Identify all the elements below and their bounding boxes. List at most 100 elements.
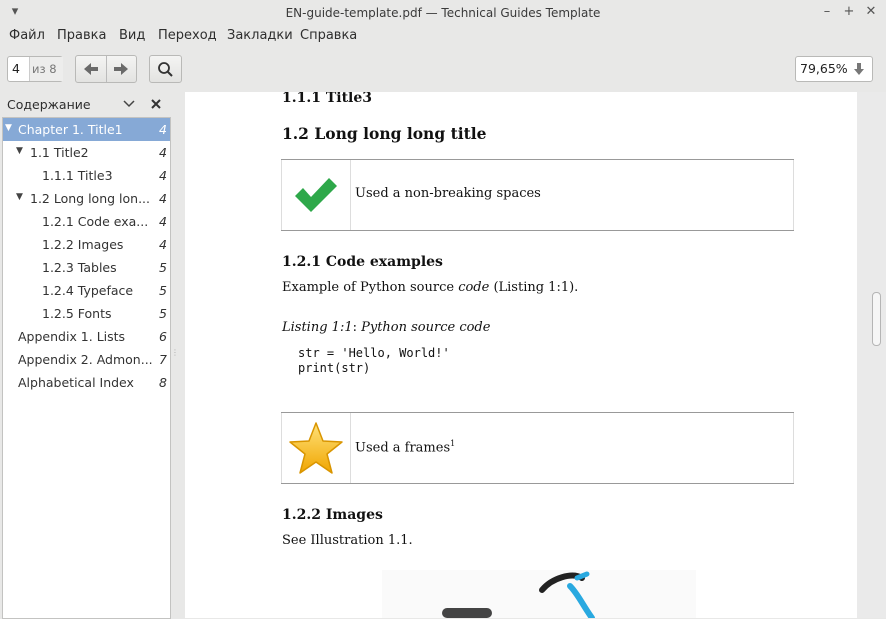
toc-label: 1.2.1 Code exa...: [42, 214, 149, 229]
arrow-down-icon: [854, 63, 864, 75]
close-button[interactable]: ✕: [862, 3, 880, 21]
next-page-button[interactable]: [106, 56, 136, 82]
toc-item-appendix1[interactable]: Appendix 1. Lists 6: [3, 325, 170, 348]
page-total-label: из 8: [32, 62, 57, 76]
illustration-image: [382, 570, 696, 618]
images-paragraph: See Illustration 1.1.: [282, 533, 413, 548]
code-line-1: str = 'Hello, World!': [298, 346, 450, 360]
menu-bar: Файл Правка Вид Переход Закладки Справка: [0, 26, 886, 48]
toc-item-1-2[interactable]: ▼ 1.2 Long long lon... 4: [3, 187, 170, 210]
toc-label: 1.2.2 Images: [42, 237, 124, 252]
toc-page: 6: [159, 329, 167, 344]
heading-long-title: 1.2 Long long long title: [282, 124, 487, 143]
title-bar: ▾ EN-guide-template.pdf — Technical Guid…: [0, 0, 886, 26]
toc-item-appendix2[interactable]: Appendix 2. Admon... 7: [3, 348, 170, 371]
page-number-input[interactable]: 4: [12, 61, 20, 76]
toc-item-1-2-1[interactable]: 1.2.1 Code exa... 4: [3, 210, 170, 233]
toc-page: 5: [159, 283, 167, 298]
expander-icon[interactable]: ▼: [16, 192, 23, 202]
zoom-value: 79,65%: [800, 61, 848, 76]
note-frames: Used a frames1: [281, 412, 794, 484]
heading-title3: 1.1.1 Title3: [282, 92, 373, 106]
pdf-page: 1.1.1 Title3 1.2 Long long long title Us…: [185, 92, 857, 618]
toc-page: 4: [159, 191, 167, 206]
arrow-right-icon: [114, 63, 128, 75]
toc-page: 4: [159, 122, 167, 137]
previous-page-button[interactable]: [76, 56, 107, 82]
heading-images: 1.2.2 Images: [282, 507, 383, 523]
minimize-button[interactable]: –: [818, 3, 836, 21]
toc-item-1-2-5[interactable]: 1.2.5 Fonts 5: [3, 302, 170, 325]
toc-page: 5: [159, 306, 167, 321]
toc-label: 1.1 Title2: [30, 145, 89, 160]
toc-page: 5: [159, 260, 167, 275]
menu-edit[interactable]: Правка: [57, 28, 106, 43]
zoom-selector[interactable]: 79,65%: [795, 56, 873, 82]
text: Used a frames: [355, 440, 451, 456]
note-text: Used a non-breaking spaces: [355, 186, 541, 201]
bicycle-image: [442, 571, 595, 618]
toc-item-chapter1[interactable]: ▼ Chapter 1. Title1 4: [3, 118, 170, 141]
menu-bookmarks[interactable]: Закладки: [227, 28, 293, 43]
toc-item-1-2-4[interactable]: 1.2.4 Typeface 5: [3, 279, 170, 302]
toc-label: 1.2 Long long lon...: [30, 191, 150, 206]
toc-page: 4: [159, 168, 167, 183]
expander-icon[interactable]: ▼: [5, 123, 12, 133]
text-emphasis: Listing 1:1: [282, 320, 353, 335]
note-text: Used a frames1: [355, 439, 455, 455]
document-view[interactable]: 1.1.1 Title3 1.2 Long long long title Us…: [185, 92, 886, 618]
toc-label: 1.1.1 Title3: [42, 168, 113, 183]
text-emphasis: Python source code: [361, 320, 491, 335]
toc-label: Alphabetical Index: [18, 375, 134, 390]
vertical-scrollbar[interactable]: [860, 92, 886, 618]
toc-page: 4: [159, 145, 167, 160]
text: :: [352, 320, 362, 335]
text: (Listing 1:1).: [489, 280, 579, 295]
menu-file[interactable]: Файл: [9, 28, 45, 43]
toc-item-index[interactable]: Alphabetical Index 8: [3, 371, 170, 394]
star-icon: [289, 422, 343, 474]
text: Example of Python source: [282, 280, 459, 295]
sidebar: Содержание ▼ Chapter 1. Title1 4 ▼ 1.1 T…: [0, 92, 171, 619]
page-nav-group: [75, 55, 137, 83]
sidebar-header: Содержание: [0, 92, 171, 116]
checkmark-icon: [295, 178, 337, 212]
search-icon: [158, 62, 173, 77]
toc-item-1-2-2[interactable]: 1.2.2 Images 4: [3, 233, 170, 256]
toc-item-1-1-1[interactable]: 1.1.1 Title3 4: [3, 164, 170, 187]
toc-label: Appendix 1. Lists: [18, 329, 126, 344]
menu-go[interactable]: Переход: [158, 28, 217, 43]
menu-help[interactable]: Справка: [300, 28, 357, 43]
toc-label: Chapter 1. Title1: [18, 122, 123, 137]
expander-icon[interactable]: ▼: [16, 146, 23, 156]
arrow-left-icon: [84, 63, 98, 75]
toc-page: 4: [159, 214, 167, 229]
close-sidebar-icon[interactable]: [151, 99, 161, 109]
toc-page: 7: [159, 352, 167, 367]
pane-divider[interactable]: ⋮: [171, 92, 185, 618]
code-line-2: print(str): [298, 361, 371, 375]
toc-page: 8: [159, 375, 167, 390]
sidebar-title: Содержание: [7, 97, 91, 112]
scrollbar-thumb[interactable]: [872, 292, 881, 346]
chevron-down-icon[interactable]: [123, 100, 135, 108]
heading-code-examples: 1.2.1 Code examples: [282, 254, 443, 270]
toolbar: 4 из 8 79,65%: [0, 48, 886, 92]
note-non-breaking: Used a non-breaking spaces: [281, 159, 794, 231]
footnote-ref[interactable]: 1: [450, 439, 455, 448]
maximize-button[interactable]: +: [840, 3, 858, 21]
toc-label: 1.2.4 Typeface: [42, 283, 134, 298]
toc-label: 1.2.5 Fonts: [42, 306, 112, 321]
toc-page: 4: [159, 237, 167, 252]
menu-view[interactable]: Вид: [119, 28, 145, 43]
window-title: EN-guide-template.pdf — Technical Guides…: [285, 6, 601, 20]
toc-label: 1.2.3 Tables: [42, 260, 117, 275]
listing-caption: Listing 1:1: Python source code: [282, 320, 490, 335]
toc-tree: ▼ Chapter 1. Title1 4 ▼ 1.1 Title2 4 1.1…: [2, 117, 171, 619]
toc-label: Appendix 2. Admon...: [18, 352, 153, 367]
text-emphasis: code: [458, 280, 490, 295]
toc-item-1-2-3[interactable]: 1.2.3 Tables 5: [3, 256, 170, 279]
page-selector: 4 из 8: [7, 56, 63, 82]
search-button[interactable]: [149, 55, 182, 83]
toc-item-1-1[interactable]: ▼ 1.1 Title2 4: [3, 141, 170, 164]
